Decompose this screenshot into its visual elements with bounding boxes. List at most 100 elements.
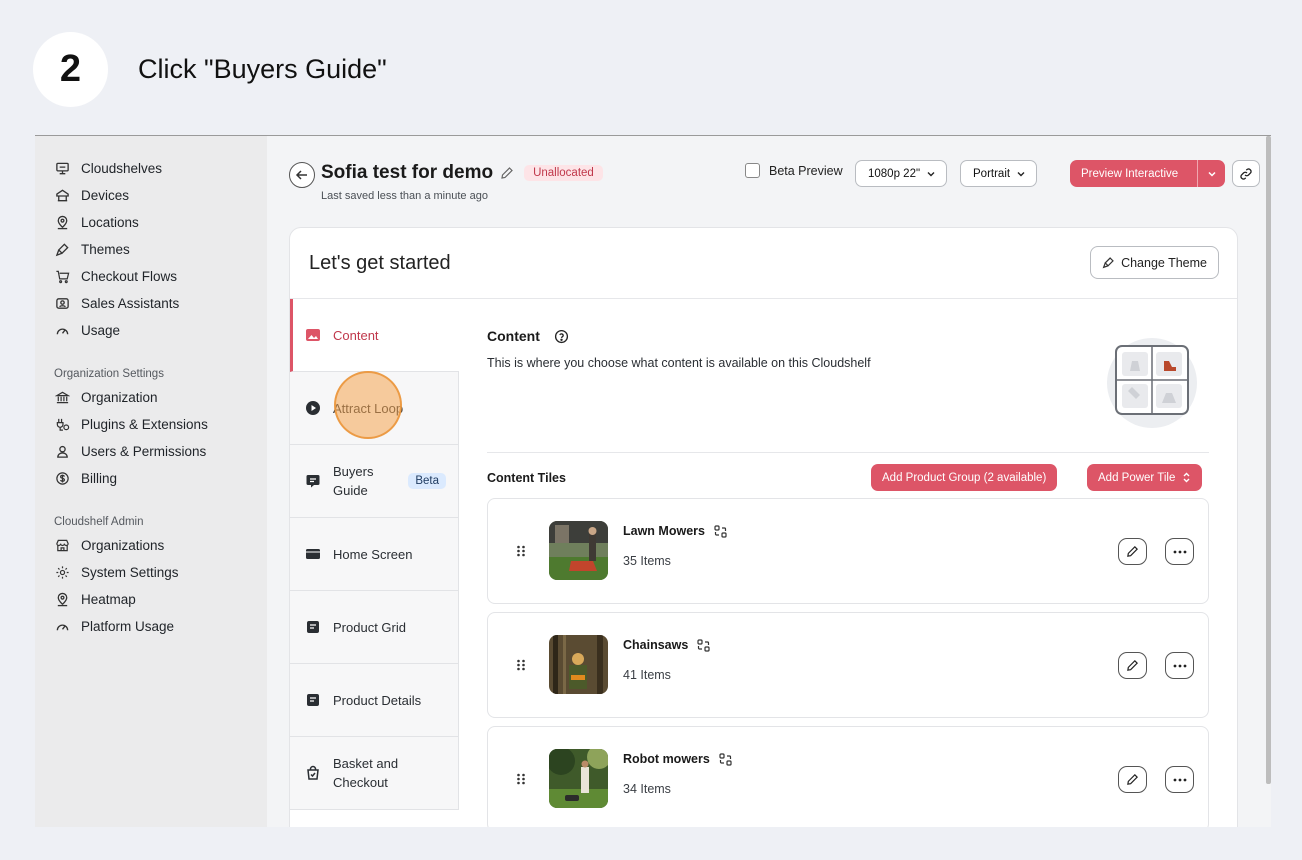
sidebar-item-devices[interactable]: Devices (35, 182, 267, 209)
orientation-select[interactable]: Portrait (960, 160, 1038, 187)
tab-product-grid[interactable]: Product Grid (290, 591, 459, 664)
edit-tile-button[interactable] (1118, 652, 1147, 679)
play-icon (305, 400, 321, 416)
document-icon (305, 692, 321, 708)
tile-count: 41 Items (623, 668, 671, 682)
tab-attract-loop[interactable]: Attract Loop (290, 372, 459, 445)
content-tile[interactable]: Chainsaws 41 Items (487, 612, 1209, 718)
gauge-icon (54, 323, 70, 339)
chevron-down-icon (1016, 169, 1026, 179)
tab-label: Content (333, 327, 379, 343)
more-options-button[interactable] (1165, 766, 1194, 793)
sidebar-item-themes[interactable]: Themes (35, 236, 267, 263)
sidebar: Cloudshelves Devices Locations Themes Ch… (35, 136, 267, 827)
sidebar-item-label: Devices (81, 188, 130, 203)
sidebar-item-platform-usage[interactable]: Platform Usage (35, 613, 267, 640)
sidebar-item-sales-assistants[interactable]: Sales Assistants (35, 290, 267, 317)
sidebar-item-checkout-flows[interactable]: Checkout Flows (35, 263, 267, 290)
add-power-tile-label: Add Power Tile (1098, 471, 1176, 484)
tile-name: Lawn Mowers (623, 524, 705, 538)
sync-icon (714, 524, 727, 538)
help-icon[interactable] (554, 329, 569, 344)
screen-icon (305, 546, 321, 562)
tab-content[interactable]: Content (290, 299, 459, 372)
tile-thumbnail (549, 635, 608, 694)
ellipsis-icon (1173, 778, 1186, 781)
back-button[interactable] (289, 162, 315, 188)
orientation-value: Portrait (973, 167, 1011, 180)
tile-name: Chainsaws (623, 638, 689, 652)
beta-preview-label: Beta Preview (769, 163, 843, 178)
preview-interactive-button[interactable]: Preview Interactive (1070, 160, 1225, 187)
more-options-button[interactable] (1165, 652, 1194, 679)
sidebar-item-label: Heatmap (81, 592, 136, 607)
drag-handle-icon[interactable] (516, 544, 526, 558)
edit-title-icon[interactable] (500, 166, 514, 180)
tab-home-screen[interactable]: Home Screen (290, 518, 459, 591)
resolution-select[interactable]: 1080p 22" (855, 160, 948, 187)
tile-title-row: Robot mowers (623, 752, 732, 766)
drag-handle-icon[interactable] (516, 658, 526, 672)
sidebar-item-label: Cloudshelves (81, 161, 163, 176)
sidebar-item-cloudshelves[interactable]: Cloudshelves (35, 155, 267, 182)
add-power-tile-button[interactable]: Add Power Tile (1087, 464, 1203, 491)
preview-dropdown-button[interactable] (1197, 160, 1225, 187)
step-number: 2 (33, 32, 108, 107)
brush-icon (54, 242, 70, 258)
sidebar-item-users-permissions[interactable]: Users & Permissions (35, 438, 267, 465)
content-title: Content (487, 328, 540, 344)
tab-product-details[interactable]: Product Details (290, 664, 459, 737)
content-tiles-label: Content Tiles (487, 471, 566, 485)
beta-preview-checkbox[interactable] (745, 163, 760, 178)
sidebar-item-billing[interactable]: Billing (35, 465, 267, 492)
arrow-left-icon (295, 170, 307, 180)
sidebar-item-label: Organization (81, 390, 158, 405)
sidebar-item-locations[interactable]: Locations (35, 209, 267, 236)
sidebar-item-label: Themes (81, 242, 130, 257)
tab-basket-checkout[interactable]: Basket and Checkout (290, 737, 459, 810)
edit-tile-button[interactable] (1118, 538, 1147, 565)
tile-thumbnail (549, 749, 608, 808)
more-options-button[interactable] (1165, 538, 1194, 565)
beta-preview-toggle[interactable]: Beta Preview (745, 163, 843, 178)
content-title-row: Content (487, 328, 1209, 344)
content-tile[interactable]: Lawn Mowers 35 Items (487, 498, 1209, 604)
content-illustration (1107, 338, 1197, 428)
sidebar-item-organization[interactable]: Organization (35, 384, 267, 411)
content-tile[interactable]: Robot mowers 34 Items (487, 726, 1209, 827)
sync-icon (719, 752, 732, 766)
divider (487, 452, 1209, 453)
chevron-up-down-icon (1182, 472, 1191, 483)
sidebar-group-cloudshelf-admin: Cloudshelf Admin (54, 516, 144, 528)
sidebar-item-plugins[interactable]: Plugins & Extensions (35, 411, 267, 438)
tile-title-row: Lawn Mowers (623, 524, 727, 538)
chat-icon (305, 473, 321, 489)
sidebar-item-heatmap[interactable]: Heatmap (35, 586, 267, 613)
sidebar-item-organizations[interactable]: Organizations (35, 532, 267, 559)
topbar: Sofia test for demo Unallocated Last sav… (289, 160, 1271, 204)
tab-buyers-guide[interactable]: Buyers Guide Beta (290, 445, 459, 518)
tile-thumbnail (549, 521, 608, 580)
content-tiles-header: Content Tiles Add Product Group (2 avail… (487, 464, 1209, 492)
tab-label: Basket and Checkout (333, 756, 399, 790)
sidebar-item-label: Plugins & Extensions (81, 417, 208, 432)
tab-label: Product Grid (333, 619, 406, 635)
sidebar-item-system-settings[interactable]: System Settings (35, 559, 267, 586)
sidebar-item-label: Billing (81, 471, 118, 486)
sidebar-item-usage[interactable]: Usage (35, 317, 267, 344)
resolution-value: 1080p 22" (868, 167, 921, 180)
grid-illustration-icon (1115, 345, 1189, 415)
drag-handle-icon[interactable] (516, 772, 526, 786)
edit-tile-button[interactable] (1118, 766, 1147, 793)
copy-link-button[interactable] (1232, 160, 1260, 187)
sidebar-item-label: Platform Usage (81, 619, 175, 634)
sidebar-item-label: System Settings (81, 565, 179, 580)
add-product-group-label: Add Product Group (2 available) (882, 471, 1047, 484)
status-badge: Unallocated (524, 165, 603, 181)
scrollbar[interactable] (1266, 136, 1271, 784)
add-product-group-button[interactable]: Add Product Group (2 available) (871, 464, 1058, 491)
change-theme-button[interactable]: Change Theme (1090, 246, 1219, 279)
monitor-icon (54, 161, 70, 177)
shopping-bag-icon (305, 765, 321, 781)
page-title-row: Sofia test for demo Unallocated (321, 162, 603, 184)
